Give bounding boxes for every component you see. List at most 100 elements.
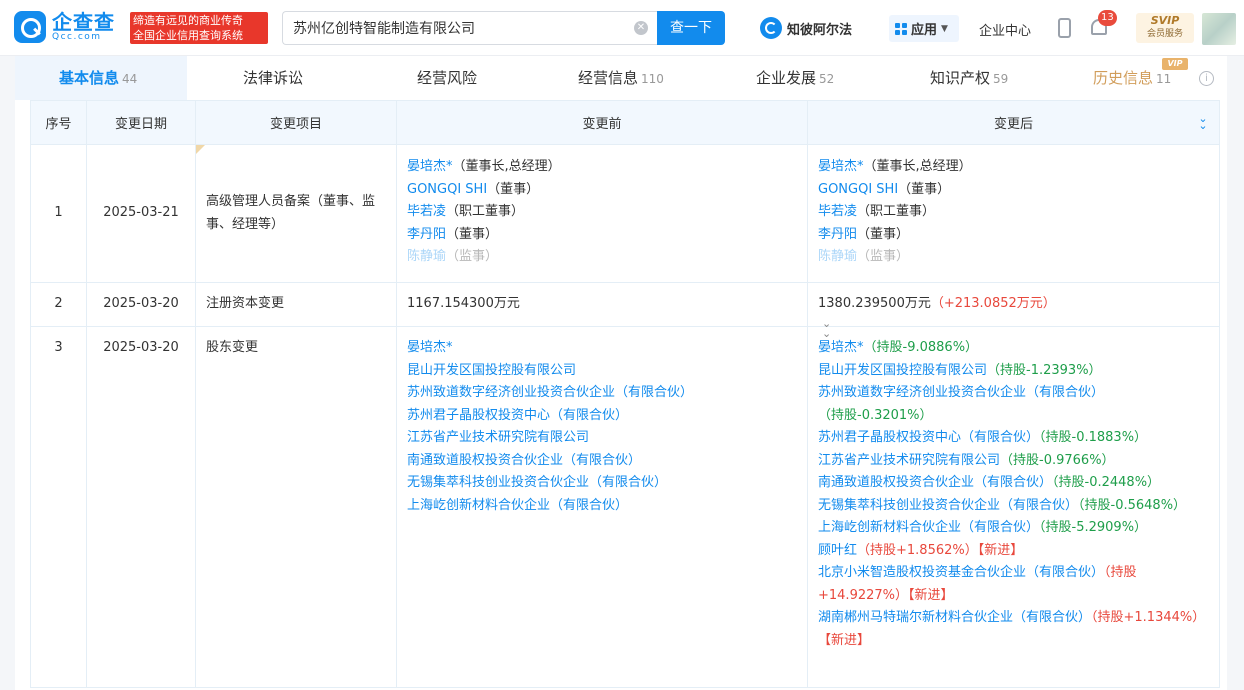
search-input[interactable]	[283, 12, 613, 44]
person-line: 李丹阳（董事）	[407, 224, 797, 247]
shareholder-link[interactable]: 上海屹创新材料合伙企业（有限合伙）	[407, 495, 797, 518]
row-item: 股东变更	[195, 326, 397, 688]
search-button[interactable]: 查一下	[657, 11, 725, 45]
col-header-after: 变更后 ⌄ ⌄	[807, 100, 1220, 145]
tab-label: 基本信息	[59, 69, 120, 87]
share-change: （持股-0.9766%）	[1000, 452, 1115, 468]
person-link[interactable]: 晏培杰*	[407, 159, 453, 174]
shareholder-link[interactable]: 昆山开发区国投控股有限公司	[407, 360, 797, 383]
shareholder-link[interactable]: 江苏省产业技术研究院有限公司	[818, 453, 1000, 468]
person-role: （董事）	[487, 181, 540, 197]
person-link[interactable]: 毕若凌	[407, 204, 446, 219]
person-line: 陈静瑜（监事）	[407, 246, 797, 269]
zhibi-alpha-link[interactable]: 知彼阿尔法	[760, 15, 852, 41]
avatar[interactable]	[1202, 13, 1236, 45]
tab-label: 经营信息	[578, 69, 639, 87]
tab-operations[interactable]: 经营信息 110	[578, 56, 664, 100]
svip-button[interactable]: SVIP 会员服务	[1136, 13, 1194, 43]
person-link[interactable]: 李丹阳	[818, 227, 857, 242]
row-date: 2025-03-21	[86, 144, 196, 283]
person-link[interactable]: 毕若凌	[818, 204, 857, 219]
person-link[interactable]: GONGQI SHI	[818, 182, 898, 197]
row-before: 晏培杰* 昆山开发区国投控股有限公司 苏州致道数字经济创业投资合伙企业（有限合伙…	[396, 326, 808, 688]
shareholder-link[interactable]: 无锡集萃科技创业投资合伙企业（有限合伙）	[818, 498, 1078, 513]
top-header: 企查查 Qcc.com 缔造有远见的商业传奇 全国企业信用查询系统 ✕ 查一下 …	[0, 0, 1244, 56]
tab-label: 企业发展	[756, 69, 817, 87]
slogan-line-1: 缔造有远见的商业传奇	[133, 14, 243, 27]
col-header-after-label: 变更后	[993, 117, 1033, 132]
shareholder-link[interactable]: 苏州致道数字经济创业投资合伙企业（有限合伙）	[818, 385, 1104, 400]
table-row: 1 2025-03-21 高级管理人员备案（董事、监事、经理等） 晏培杰*（董事…	[30, 144, 1220, 283]
enterprise-center-link[interactable]: 企业中心	[979, 20, 1031, 39]
clear-icon[interactable]: ✕	[634, 21, 648, 35]
person-line: 毕若凌（职工董事）	[818, 201, 1209, 224]
row-item: 高级管理人员备案（董事、监事、经理等）	[195, 144, 397, 283]
app-grid-icon	[895, 22, 907, 35]
shareholder-link[interactable]: 苏州致道数字经济创业投资合伙企业（有限合伙）	[407, 382, 797, 405]
share-change: （持股+1.8562%）	[857, 542, 978, 558]
row-no: 2	[30, 282, 87, 327]
tab-legal[interactable]: 法律诉讼	[243, 56, 303, 100]
tab-count: 110	[641, 72, 664, 86]
person-link[interactable]: GONGQI SHI	[407, 182, 487, 197]
share-change: （持股-9.0886%）	[863, 340, 979, 355]
expand-more-icon[interactable]: ⌄ ⌄	[822, 318, 831, 339]
row-after: 晏培杰*（持股-9.0886%） 昆山开发区国投控股有限公司（持股-1.2393…	[807, 326, 1220, 688]
person-line: 陈静瑜（监事）	[818, 246, 1209, 269]
shareholder-link[interactable]: 江苏省产业技术研究院有限公司	[407, 427, 797, 450]
share-change: （持股-0.5648%）	[1078, 497, 1187, 513]
tab-ip[interactable]: 知识产权 59	[930, 56, 1008, 100]
corner-marker	[196, 145, 205, 154]
tab-label: 法律诉讼	[243, 69, 304, 87]
shareholder-link[interactable]: 苏州君子晶股权投资中心（有限合伙）	[407, 405, 797, 428]
share-change: （持股+1.1344%）	[1091, 610, 1206, 625]
shareholder-link[interactable]: 晏培杰*	[407, 337, 797, 360]
share-change: （持股-0.3201%）	[818, 407, 933, 423]
tab-label: 知识产权	[930, 69, 991, 87]
person-link[interactable]: 晏培杰*	[818, 159, 864, 174]
shareholder-link[interactable]: 顾叶红	[818, 543, 857, 558]
shareholder-link[interactable]: 南通致道股权投资合伙企业（有限合伙）	[818, 475, 1052, 490]
tab-risk[interactable]: 经营风险	[417, 56, 477, 100]
shareholder-link[interactable]: 无锡集萃科技创业投资合伙企业（有限合伙）	[407, 472, 797, 495]
shareholder-link[interactable]: 上海屹创新材料合伙企业（有限合伙）	[818, 520, 1039, 535]
new-entry-tag: 【新进】	[818, 632, 871, 648]
svip-sub-label: 会员服务	[1146, 29, 1183, 39]
chevron-down-icon: ▼	[941, 23, 948, 34]
shareholder-link[interactable]: 晏培杰*	[818, 340, 864, 355]
col-header-no: 序号	[30, 100, 87, 145]
person-link[interactable]: 陈静瑜	[818, 249, 857, 264]
table-row: 3 2025-03-20 股东变更 晏培杰* 昆山开发区国投控股有限公司 苏州致…	[30, 326, 1220, 688]
tab-development[interactable]: 企业发展 52	[756, 56, 834, 100]
shareholder-link[interactable]: 昆山开发区国投控股有限公司	[818, 363, 987, 378]
tab-basic-info[interactable]: 基本信息 44	[59, 56, 137, 100]
phone-icon[interactable]	[1058, 18, 1071, 38]
shareholder-link[interactable]: 湖南郴州马特瑞尔新材料合伙企业（有限合伙）	[818, 610, 1091, 625]
shareholder-line: 无锡集萃科技创业投资合伙企业（有限合伙）（持股-0.5648%）	[818, 495, 1209, 518]
info-icon[interactable]: i	[1199, 71, 1214, 86]
share-change: （持股-5.2909%）	[1039, 520, 1148, 535]
svip-label: SVIP	[1150, 14, 1180, 27]
row-before: 晏培杰*（董事长,总经理） GONGQI SHI（董事） 毕若凌（职工董事） 李…	[396, 144, 808, 283]
person-line: 晏培杰*（董事长,总经理）	[818, 156, 1209, 179]
row-item: 注册资本变更	[195, 282, 397, 327]
person-link[interactable]: 陈静瑜	[407, 249, 446, 264]
tab-count: 59	[993, 72, 1009, 86]
person-link[interactable]: 李丹阳	[407, 227, 446, 242]
share-change: （持股-0.1883%）	[1039, 430, 1148, 445]
shareholder-link[interactable]: 南通致道股权投资合伙企业（有限合伙）	[407, 450, 797, 473]
tab-history[interactable]: 历史信息 11	[1093, 56, 1171, 100]
change-record-table: 序号 变更日期 变更项目 变更前 变更后 ⌄ ⌄ 1 2025-03-21 高级管理…	[30, 100, 1220, 688]
notification-badge: 13	[1098, 10, 1117, 26]
row-after: 晏培杰*（董事长,总经理） GONGQI SHI（董事） 毕若凌（职工董事） 李…	[807, 144, 1220, 283]
shareholder-link[interactable]: 北京小米智造股权投资基金合伙企业（有限合伙）	[818, 565, 1104, 580]
person-role: （监事）	[446, 249, 499, 264]
app-menu-button[interactable]: 应用 ▼	[889, 15, 959, 42]
shareholder-link[interactable]: 苏州君子晶股权投资中心（有限合伙）	[818, 430, 1039, 445]
row-item-text: 高级管理人员备案（董事、监事、经理等）	[206, 194, 376, 232]
logo[interactable]: 企查查 Qcc.com	[14, 11, 115, 43]
shareholder-line: 上海屹创新材料合伙企业（有限合伙）（持股-5.2909%）	[818, 517, 1209, 540]
collapse-icon[interactable]: ⌄ ⌄	[1197, 113, 1209, 131]
row-no: 1	[30, 144, 87, 283]
capital-after: 1380.239500万元	[818, 296, 931, 311]
